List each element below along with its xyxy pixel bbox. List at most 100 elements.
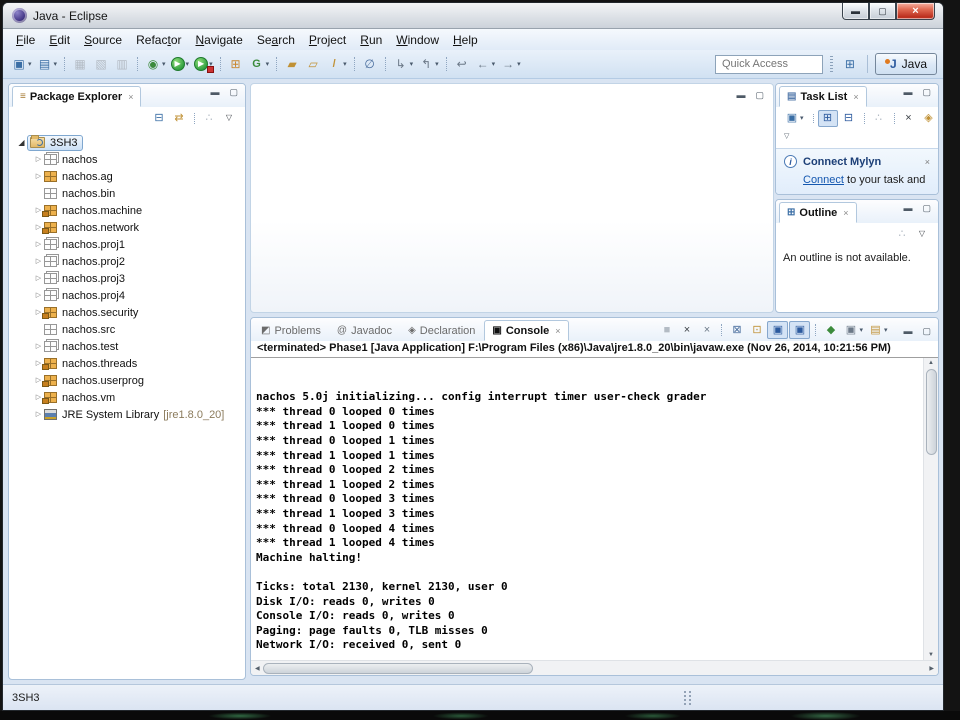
tree-item[interactable]: ▷ nachos.network xyxy=(16,219,245,236)
tab-javadoc[interactable]: @ Javadoc xyxy=(330,320,399,341)
tree-item[interactable]: ▷ nachos.test xyxy=(16,338,245,355)
view-menu-icon[interactable]: ▽ xyxy=(220,110,238,127)
status-bar-grip[interactable] xyxy=(684,691,691,705)
next-annotation-icon[interactable]: ↳▾ xyxy=(391,54,416,74)
restore-window-button[interactable]: ▢ xyxy=(869,3,896,20)
debug-icon[interactable]: ◉▾ xyxy=(143,54,168,74)
title-bar[interactable]: Java - Eclipse ▬ ▢ × xyxy=(3,3,943,29)
collapse-all-icon[interactable]: ⊟ xyxy=(150,110,168,127)
quick-access-input[interactable] xyxy=(715,55,823,74)
forward-icon[interactable]: →▾ xyxy=(498,54,523,74)
menu-item[interactable]: Run xyxy=(353,31,389,49)
twisty-icon[interactable]: ▷ xyxy=(33,241,44,248)
focus-on-workweek-icon[interactable]: ∴ xyxy=(870,110,888,127)
tree-item[interactable]: ▷ nachos.machine xyxy=(16,202,245,219)
back-icon[interactable]: ←▾ xyxy=(473,54,498,74)
menu-item[interactable]: Search xyxy=(250,31,302,49)
link-with-editor-icon[interactable]: ⇄ xyxy=(170,110,188,127)
close-notification-icon[interactable]: × xyxy=(925,157,930,167)
close-window-button[interactable]: × xyxy=(896,3,935,20)
horizontal-scrollbar[interactable]: ◀ ▶ xyxy=(251,660,938,675)
view-menu-icon[interactable]: ▽ xyxy=(913,226,931,243)
new-task-icon[interactable]: ▣▾ xyxy=(783,110,806,127)
twisty-icon[interactable]: ▷ xyxy=(33,275,44,282)
close-tab-icon[interactable]: × xyxy=(128,92,133,102)
tree-item[interactable]: ▷ nachos xyxy=(16,151,245,168)
mark-occurrences-icon[interactable]: ∅ xyxy=(360,54,380,74)
scroll-lock-icon[interactable]: ⊡ xyxy=(747,321,766,339)
display-selected-console-icon[interactable]: ▣▾ xyxy=(841,321,865,339)
tree-item[interactable]: ▷ nachos.threads xyxy=(16,355,245,372)
tree-item[interactable]: nachos.bin xyxy=(16,185,245,202)
tree-item[interactable]: ▷ nachos.ag xyxy=(16,168,245,185)
twisty-icon[interactable]: ▷ xyxy=(33,258,44,265)
categorized-view-icon[interactable]: ⊞ xyxy=(818,110,838,127)
tree-item[interactable]: nachos.src xyxy=(16,321,245,338)
previous-annotation-icon[interactable]: ↰▾ xyxy=(416,54,441,74)
maximize-view-icon[interactable]: ▢ xyxy=(922,204,931,213)
tree-item[interactable]: ▷ nachos.vm xyxy=(16,389,245,406)
scheduled-view-icon[interactable]: ⊟ xyxy=(840,110,858,127)
tree-item-project[interactable]: ◢ 3SH3 xyxy=(16,134,245,151)
maximize-view-icon[interactable]: ▢ xyxy=(755,90,764,101)
connect-link[interactable]: Connect xyxy=(803,174,844,186)
terminate-icon[interactable]: ■ xyxy=(657,321,676,339)
tab-declaration[interactable]: ◈ Declaration xyxy=(401,320,482,341)
twisty-icon[interactable]: ▷ xyxy=(33,411,44,418)
twisty-icon[interactable]: ▷ xyxy=(33,343,44,350)
twisty-icon[interactable]: ◢ xyxy=(16,139,27,147)
last-edit-location-icon[interactable]: ↩ xyxy=(452,54,472,74)
scroll-right-icon[interactable]: ▶ xyxy=(929,665,934,672)
menu-item[interactable]: Window xyxy=(389,31,446,49)
console-output[interactable]: nachos 5.0j initializing... config inter… xyxy=(251,358,923,660)
show-stdout-changed-icon[interactable]: ▣ xyxy=(767,321,788,339)
tree-item[interactable]: ▷ nachos.proj1 xyxy=(16,236,245,253)
show-stderr-changed-icon[interactable]: ▣ xyxy=(789,321,810,339)
scrollbar-thumb[interactable] xyxy=(926,369,937,455)
save-all-icon[interactable]: ▧ xyxy=(91,54,111,74)
remove-all-terminated-icon[interactable]: × xyxy=(697,321,716,339)
tab-package-explorer[interactable]: ≡ Package Explorer × xyxy=(12,86,141,107)
tree-item[interactable]: ▷ nachos.proj3 xyxy=(16,270,245,287)
focus-on-task-icon[interactable]: ∴ xyxy=(893,226,911,243)
format-brush-icon[interactable]: /▾ xyxy=(324,54,349,74)
tree-item[interactable]: ▷ nachos.security xyxy=(16,304,245,321)
minimize-window-button[interactable]: ▬ xyxy=(842,3,869,20)
pin-console-icon[interactable]: ◆ xyxy=(821,321,840,339)
run-external-tools-icon[interactable]: ▶▾ xyxy=(192,54,215,74)
new-java-project-icon[interactable]: ⊞ xyxy=(226,54,246,74)
scroll-up-icon[interactable]: ▲ xyxy=(928,360,934,366)
tree-item[interactable]: ▷ nachos.userprog xyxy=(16,372,245,389)
java-perspective-button[interactable]: J Java xyxy=(875,53,937,75)
minimize-view-icon[interactable]: ▬ xyxy=(903,326,912,337)
open-type-icon[interactable]: ▰ xyxy=(282,54,302,74)
search-repository-icon[interactable]: ◈ xyxy=(920,110,938,127)
open-resource-icon[interactable]: ▱ xyxy=(303,54,323,74)
menu-item[interactable]: Source xyxy=(77,31,129,49)
maximize-view-icon[interactable]: ▢ xyxy=(922,326,931,337)
tree-item[interactable]: ▷ nachos.proj4 xyxy=(16,287,245,304)
toolbar-grip[interactable] xyxy=(830,56,833,72)
tab-outline[interactable]: ⊞ Outline × xyxy=(779,202,857,223)
menu-item[interactable]: File xyxy=(9,31,42,49)
clear-console-icon[interactable]: ⊠ xyxy=(727,321,746,339)
editor-area[interactable]: ▬ ▢ xyxy=(250,83,774,313)
tab-console[interactable]: ▣ Console × xyxy=(484,320,568,341)
close-tab-icon[interactable]: × xyxy=(853,92,858,102)
vertical-scrollbar[interactable]: ▲ ▼ xyxy=(923,358,938,660)
tree-item[interactable]: ▷ nachos.proj2 xyxy=(16,253,245,270)
twisty-icon[interactable]: ▷ xyxy=(33,156,44,163)
close-tab-icon[interactable]: × xyxy=(843,208,848,218)
menu-item[interactable]: Help xyxy=(446,31,485,49)
new-wizard-icon[interactable]: ▣▾ xyxy=(9,54,34,74)
minimize-view-icon[interactable]: ▬ xyxy=(903,88,912,97)
focus-on-task-icon[interactable]: ∴ xyxy=(200,110,218,127)
tree-item[interactable]: ▷ JRE System Library [jre1.8.0_20] xyxy=(16,406,245,423)
new-java-class-icon[interactable]: G▾ xyxy=(247,54,272,74)
minimize-view-icon[interactable]: ▬ xyxy=(736,90,745,101)
scroll-left-icon[interactable]: ◀ xyxy=(255,665,260,672)
maximize-view-icon[interactable]: ▢ xyxy=(922,88,931,97)
open-console-icon[interactable]: ▤▾ xyxy=(866,321,890,339)
menu-item[interactable]: Project xyxy=(302,31,353,49)
toolbar-overflow-icon[interactable]: ▽ xyxy=(784,132,789,140)
